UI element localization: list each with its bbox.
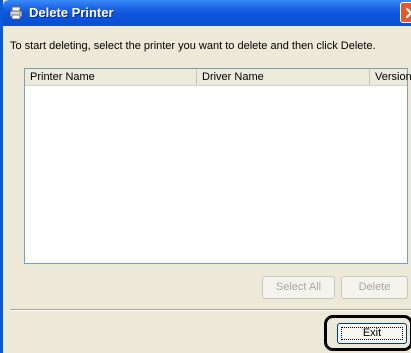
title-bar[interactable]: Delete Printer — [3, 0, 411, 26]
column-header-version[interactable]: Version — [370, 69, 411, 85]
list-header: Printer Name Driver Name Version — [25, 69, 411, 86]
highlight-annotation — [324, 315, 411, 351]
instruction-text: To start deleting, select the printer yo… — [10, 40, 376, 52]
printer-list[interactable]: Printer Name Driver Name Version — [24, 68, 411, 264]
close-icon — [405, 7, 411, 19]
printer-icon — [9, 6, 23, 20]
window-title: Delete Printer — [29, 5, 114, 20]
column-header-driver-name[interactable]: Driver Name — [197, 69, 370, 85]
close-button[interactable] — [400, 2, 411, 23]
delete-printer-dialog: Delete Printer To start deleting, select… — [0, 0, 411, 353]
select-all-button[interactable]: Select All — [262, 276, 335, 299]
delete-button[interactable]: Delete — [341, 276, 408, 299]
column-header-printer-name[interactable]: Printer Name — [25, 69, 197, 85]
separator — [10, 309, 411, 311]
